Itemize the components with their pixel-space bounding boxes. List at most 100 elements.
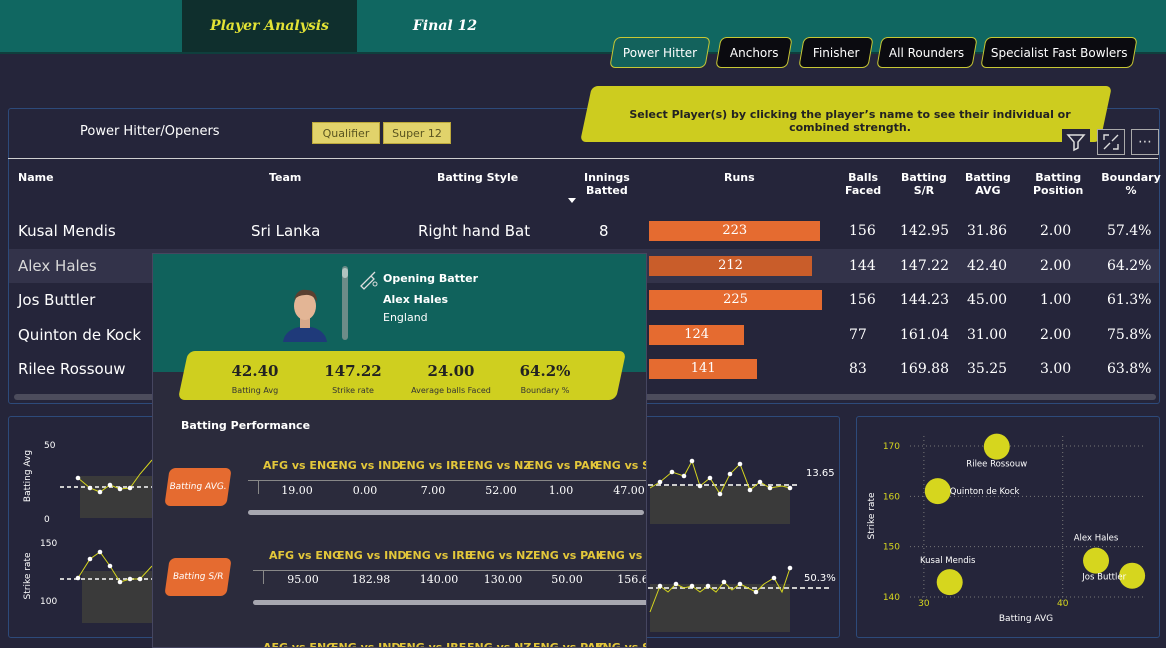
cell-innings: 8 bbox=[599, 222, 609, 240]
match-value: 95.00 bbox=[287, 573, 319, 586]
match-header: ENG vs SL bbox=[595, 641, 646, 648]
cell-avg: 42.40 bbox=[967, 258, 1008, 274]
header-runs[interactable]: Runs bbox=[724, 171, 755, 184]
cell-pos: 2.00 bbox=[1040, 223, 1072, 239]
matrix-scrollbar[interactable] bbox=[248, 510, 644, 515]
match-value: 47.00 bbox=[613, 484, 645, 497]
tab-player-analysis[interactable]: Player Analysis bbox=[182, 0, 357, 52]
match-value: 7.00 bbox=[420, 484, 446, 497]
scatter-point bbox=[1083, 547, 1110, 574]
runs-bar-label: 124 bbox=[684, 327, 710, 342]
filter-icon[interactable] bbox=[1062, 129, 1090, 155]
slicer-qualifier-button[interactable]: Qualifier bbox=[312, 122, 380, 144]
header-batting-sr[interactable]: Batting S/R bbox=[901, 171, 947, 197]
header-boundary-pct[interactable]: Boundary % bbox=[1096, 171, 1166, 197]
cell-name[interactable]: Quinton de Kock bbox=[18, 326, 141, 344]
cell-balls: 156 bbox=[849, 292, 876, 308]
batting-avg-button[interactable]: Batting AVG. bbox=[164, 468, 232, 506]
match-header: AFG vs ENG bbox=[263, 641, 336, 648]
match-header: ENG vs IRE bbox=[399, 459, 467, 472]
x-axis-title: Batting AVG bbox=[999, 614, 1053, 624]
header-line: Innings bbox=[584, 171, 630, 184]
stat-balls-faced-label: Average balls Faced bbox=[411, 386, 491, 395]
category-label: Specialist Fast Bowlers bbox=[990, 45, 1128, 60]
matrix-column-divider bbox=[263, 570, 264, 584]
header-line: Batting bbox=[965, 171, 1011, 184]
point-label: Jos Buttler bbox=[1081, 573, 1126, 583]
y-tick-label: 170 bbox=[883, 442, 900, 452]
header-line: Position bbox=[1033, 184, 1084, 197]
player-country: England bbox=[383, 311, 428, 324]
cell-name[interactable]: Alex Hales bbox=[18, 257, 97, 275]
matrix-column-divider bbox=[258, 480, 259, 494]
slicer-super12-button[interactable]: Super 12 bbox=[383, 122, 451, 144]
stat-boundary-value: 64.2% bbox=[519, 362, 571, 380]
cell-name[interactable]: Rilee Rossouw bbox=[18, 360, 126, 378]
category-power-hitter-button[interactable]: Power Hitter bbox=[609, 37, 711, 68]
category-anchors-button[interactable]: Anchors bbox=[715, 37, 793, 68]
stat-strike-rate-value: 147.22 bbox=[324, 362, 382, 380]
runs-bar: 141 bbox=[649, 359, 758, 379]
sr-axis-tick: 150 bbox=[40, 539, 57, 549]
sort-descending-icon[interactable] bbox=[568, 198, 576, 203]
header-name[interactable]: Name bbox=[18, 171, 54, 184]
scatter-point bbox=[924, 478, 951, 505]
player-role: Opening Batter bbox=[383, 272, 479, 285]
match-header: ENG vs PAK bbox=[533, 549, 605, 562]
tab-final-12[interactable]: Final 12 bbox=[370, 0, 520, 52]
cell-name[interactable]: Jos Buttler bbox=[18, 291, 95, 309]
y-tick-label: 150 bbox=[883, 543, 900, 553]
batting-sr-button[interactable]: Batting S/R bbox=[164, 558, 232, 596]
category-all-rounders-button[interactable]: All Rounders bbox=[876, 37, 978, 68]
avg-reference-value: 13.65 bbox=[806, 468, 835, 479]
scatter-point bbox=[936, 569, 963, 596]
stat-batting-avg-label: Batting Avg bbox=[231, 386, 279, 395]
header-line: Balls bbox=[848, 171, 879, 184]
table-row[interactable]: Kusal Mendis Sri Lanka Right hand Bat 8 156 1… bbox=[9, 214, 1159, 248]
player-name: Alex Hales bbox=[383, 293, 449, 306]
batting-performance-title: Batting Performance bbox=[181, 419, 311, 432]
match-value: 130.00 bbox=[483, 573, 523, 586]
panel-title: Power Hitter/Openers bbox=[80, 124, 220, 139]
match-value: 140.00 bbox=[419, 573, 459, 586]
sr-reference-value: 50.3% bbox=[804, 573, 836, 584]
more-options-icon[interactable]: ⋯ bbox=[1131, 129, 1159, 155]
cell-name[interactable]: Kusal Mendis bbox=[18, 222, 116, 240]
cell-balls: 83 bbox=[849, 361, 867, 377]
cell-boundary: 61.3% bbox=[1107, 292, 1152, 308]
runs-bar-label: 225 bbox=[723, 292, 748, 307]
runs-bar: 212 bbox=[649, 256, 812, 276]
match-header: ENG vs IND bbox=[331, 641, 401, 648]
header-balls-faced[interactable]: Balls Faced bbox=[845, 171, 881, 197]
match-header: ENG vs SL bbox=[599, 549, 646, 562]
runs-bar-label: 223 bbox=[722, 223, 748, 238]
header-line: Batting bbox=[901, 171, 947, 184]
matrix-scrollbar[interactable] bbox=[253, 600, 646, 605]
cell-sr: 142.95 bbox=[900, 223, 949, 239]
match-header: ENG vs SL bbox=[595, 459, 646, 472]
strike-rate-vs-avg-scatter[interactable]: 170 160 150 140 30 40 Batting AVG Strike rate Ri… bbox=[856, 416, 1160, 638]
cell-pos: 1.00 bbox=[1040, 292, 1072, 308]
header-innings-batted[interactable]: Innings Batted bbox=[584, 171, 630, 197]
header-batting-style[interactable]: Batting Style bbox=[437, 171, 518, 184]
avg-axis-tick: 50 bbox=[44, 441, 56, 451]
y-tick-label: 160 bbox=[883, 492, 900, 502]
y-tick-label: 140 bbox=[883, 593, 900, 603]
player-card-scroll-thumb[interactable] bbox=[342, 268, 348, 278]
match-value: 1.00 bbox=[548, 484, 574, 497]
category-specialist-fast-bowlers-button[interactable]: Specialist Fast Bowlers bbox=[980, 37, 1138, 68]
match-value: 52.00 bbox=[485, 484, 517, 497]
cell-team: Sri Lanka bbox=[251, 222, 321, 240]
header-team[interactable]: Team bbox=[269, 171, 301, 184]
match-header: ENG vs NZ bbox=[467, 459, 532, 472]
hint-text: Select Player(s) by clicking the player’… bbox=[629, 108, 1071, 134]
x-tick-label: 30 bbox=[918, 599, 930, 609]
avg-axis-label: Batting Avg bbox=[23, 450, 33, 502]
cell-avg: 35.25 bbox=[967, 361, 1008, 377]
focus-mode-icon[interactable] bbox=[1097, 129, 1125, 155]
header-batting-position[interactable]: Batting Position bbox=[1033, 171, 1083, 197]
runs-bar-label: 141 bbox=[690, 361, 716, 376]
category-finisher-button[interactable]: Finisher bbox=[798, 37, 874, 68]
cell-boundary: 75.8% bbox=[1107, 327, 1152, 343]
header-batting-avg[interactable]: Batting AVG bbox=[965, 171, 1011, 197]
